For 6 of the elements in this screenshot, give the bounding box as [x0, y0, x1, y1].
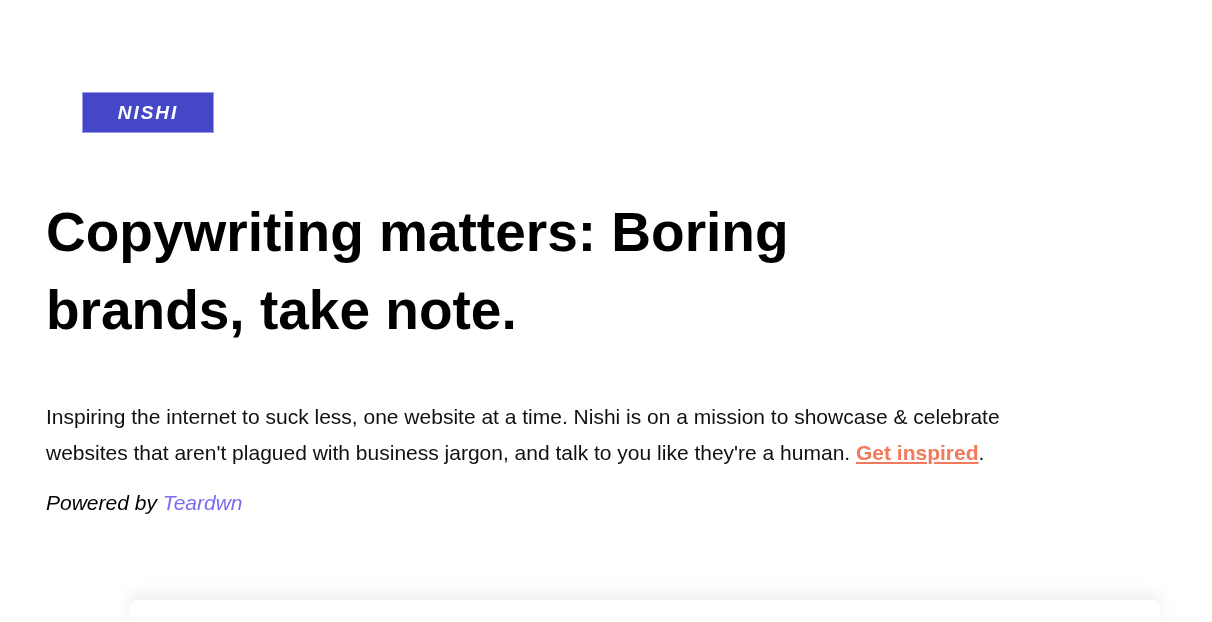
- intro-paragraph: Inspiring the internet to suck less, one website at a time. Nishi is on a mission to showcase & celebrate websites that aren't plagued with business jargon, and talk to you like they're a human. Get inspired.: [46, 404, 1001, 466]
- get-inspired-link[interactable]: Get inspired: [856, 441, 979, 464]
- teardwn-link[interactable]: Teardwn: [162, 491, 243, 514]
- credit-text: Powered by Teardwn: [46, 491, 243, 515]
- page-heading: Copywriting matters: Boring brands, take note.: [46, 200, 790, 343]
- logo[interactable]: NISHI: [82, 92, 214, 133]
